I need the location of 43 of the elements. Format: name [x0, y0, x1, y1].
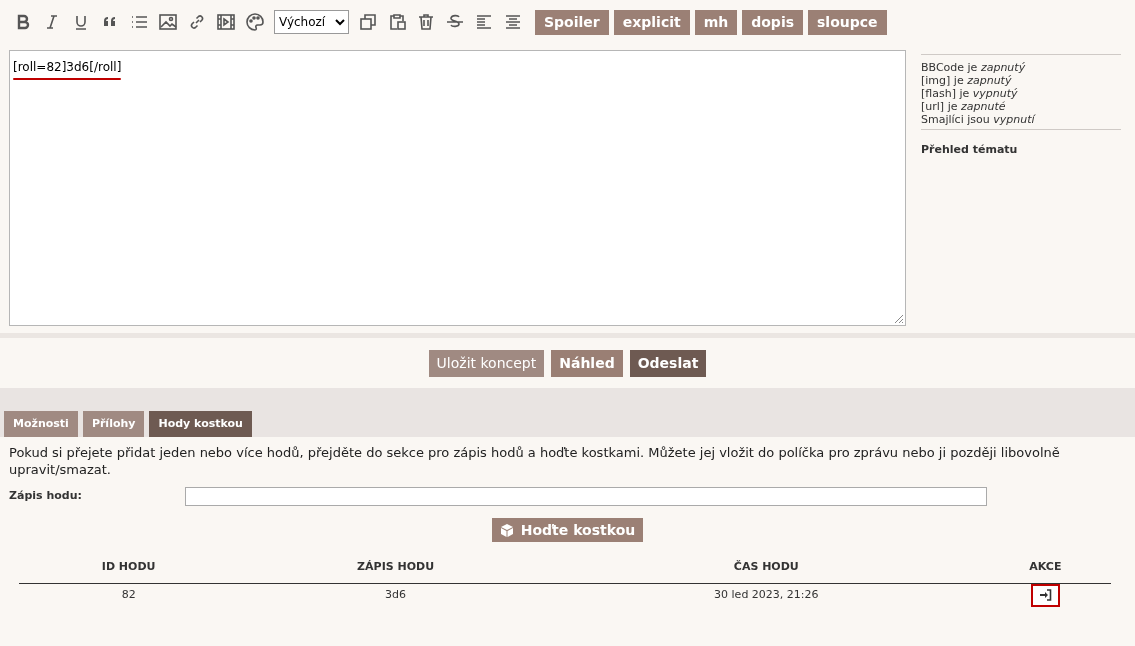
table-cell: 30 led 2023, 21:26 [714, 588, 819, 601]
status-line: [flash] je vypnutý [921, 87, 1019, 100]
tag-button[interactable]: mh [694, 9, 738, 35]
tab[interactable]: Možnosti [4, 411, 78, 437]
description-text: Pokud si přejete přidat jeden nebo více hodů, přejděte do sekce pro zápis hodů a hoďte kostkami. Můžete jej vložit do políčka pro zprávu nebo ji později libovolně upravit/smazat. [9, 444, 1061, 478]
tag-button[interactable]: dopis [742, 9, 804, 35]
status-line: [img] je zapnutý [921, 74, 1013, 87]
editor-text: [roll=82]3d6[/roll] [13, 59, 122, 75]
cube-icon [499, 523, 514, 537]
message-textarea[interactable]: [roll=82]3d6[/roll] [9, 50, 906, 326]
delete-icon[interactable] [416, 12, 436, 32]
palette-icon[interactable] [245, 12, 265, 32]
tab[interactable]: Přílohy [82, 411, 145, 437]
tab[interactable]: Hody kostkou [149, 411, 252, 437]
column-header: ZÁPIS HODU [357, 560, 435, 573]
action-button[interactable]: Odeslat [629, 349, 707, 377]
section-heading: Přehled tématu [921, 143, 1018, 156]
table-cell: 82 [121, 588, 136, 601]
column-header: AKCE [1029, 560, 1062, 573]
action-button[interactable]: Náhled [551, 349, 623, 377]
roll-dice-button[interactable]: Hoďte kostkou [491, 518, 644, 542]
column-header: ČAS HODU [733, 560, 799, 573]
insert-button[interactable] [1030, 583, 1060, 607]
field-label: Zápis hodu: [9, 488, 83, 505]
sign-in-icon [1038, 589, 1052, 602]
action-button[interactable]: Uložit koncept [428, 349, 545, 377]
table-cell: 3d6 [385, 588, 407, 601]
film-icon[interactable] [216, 12, 236, 32]
align-center-icon[interactable] [503, 12, 523, 32]
image-icon[interactable] [158, 12, 178, 32]
tag-button[interactable]: Spoiler [535, 9, 609, 35]
resize-grip-icon [892, 312, 904, 324]
column-header: ID HODU [101, 560, 156, 573]
font-select[interactable]: Výchozí [274, 10, 349, 34]
status-line: [url] je zapnuté [921, 100, 1007, 113]
status-line: Smajlíci jsou vypnutí [921, 113, 1037, 126]
clipboard-icon[interactable] [387, 12, 407, 32]
copy-icon[interactable] [358, 12, 378, 32]
tag-button[interactable]: sloupce [808, 9, 887, 35]
status-line: BBCode je zapnutý [921, 61, 1027, 74]
roll-input-field[interactable] [185, 487, 987, 506]
tag-button[interactable]: explicit [613, 9, 690, 35]
align-left-icon[interactable] [474, 12, 494, 32]
